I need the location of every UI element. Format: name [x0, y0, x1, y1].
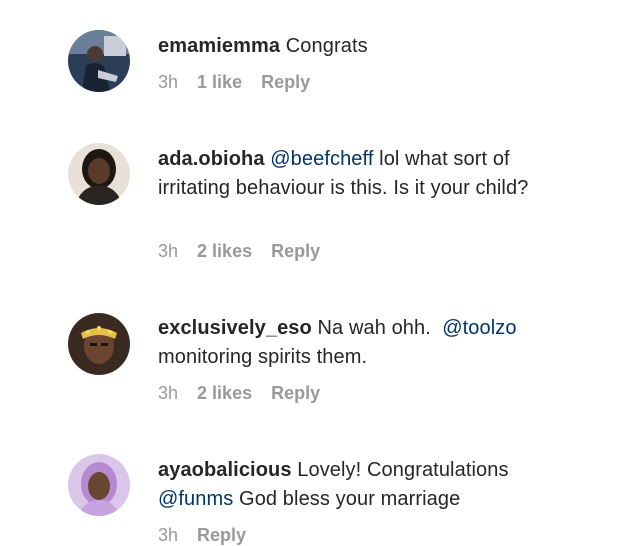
comment-body: ada.obioha @beefcheff lol what sort of i…: [158, 145, 578, 203]
avatar[interactable]: [68, 143, 130, 205]
comment-text-after: God bless your marriage: [239, 488, 461, 510]
comment-username[interactable]: ayaobalicious: [158, 459, 292, 481]
comment-likes[interactable]: 2 likes: [197, 241, 252, 261]
comment-body: emamiemma Congrats: [158, 32, 578, 61]
comment-likes[interactable]: 2 likes: [197, 383, 252, 403]
profile-photo-icon: [68, 454, 130, 516]
comment-username[interactable]: ada.obioha: [158, 148, 265, 170]
avatar[interactable]: [68, 313, 130, 375]
comment-meta: 3h 2 likes Reply: [158, 383, 320, 404]
comment-timestamp: 3h: [158, 241, 179, 261]
reply-button[interactable]: Reply: [271, 241, 320, 261]
avatar[interactable]: [68, 30, 130, 92]
comment-meta: 3h 1 like Reply: [158, 72, 310, 93]
comment-username[interactable]: exclusively_eso: [158, 317, 312, 339]
comment-mention-link[interactable]: @toolzo: [442, 317, 516, 339]
comment-mention-link[interactable]: @beefcheff: [270, 148, 373, 170]
comment-text-after: monitoring spirits them.: [158, 346, 368, 368]
comment-mention-link[interactable]: @funms: [158, 488, 233, 510]
comment-meta: 3h Reply: [158, 525, 246, 546]
comment-meta: 3h 2 likes Reply: [158, 241, 320, 262]
profile-photo-icon: [68, 30, 130, 92]
avatar[interactable]: [68, 454, 130, 516]
comment-text-before: Na wah ohh.: [317, 317, 431, 339]
comment-timestamp: 3h: [158, 72, 179, 92]
reply-button[interactable]: Reply: [271, 383, 320, 403]
comment-likes[interactable]: 1 like: [197, 72, 242, 92]
comment-text-before: Lovely! Congratulations: [297, 459, 509, 481]
comment-text: Congrats: [285, 35, 368, 57]
comment-body: ayaobalicious Lovely! Congratulations @f…: [158, 456, 578, 514]
comment-list: emamiemma Congrats 3h 1 like Reply ada.o…: [0, 0, 624, 546]
comment-timestamp: 3h: [158, 525, 179, 545]
reply-button[interactable]: Reply: [261, 72, 310, 92]
profile-photo-icon: [68, 313, 130, 375]
comment-timestamp: 3h: [158, 383, 179, 403]
reply-button[interactable]: Reply: [197, 525, 246, 545]
profile-photo-icon: [68, 143, 130, 205]
comment-username[interactable]: emamiemma: [158, 35, 280, 57]
comment-body: exclusively_eso Na wah ohh. @toolzo moni…: [158, 314, 578, 372]
